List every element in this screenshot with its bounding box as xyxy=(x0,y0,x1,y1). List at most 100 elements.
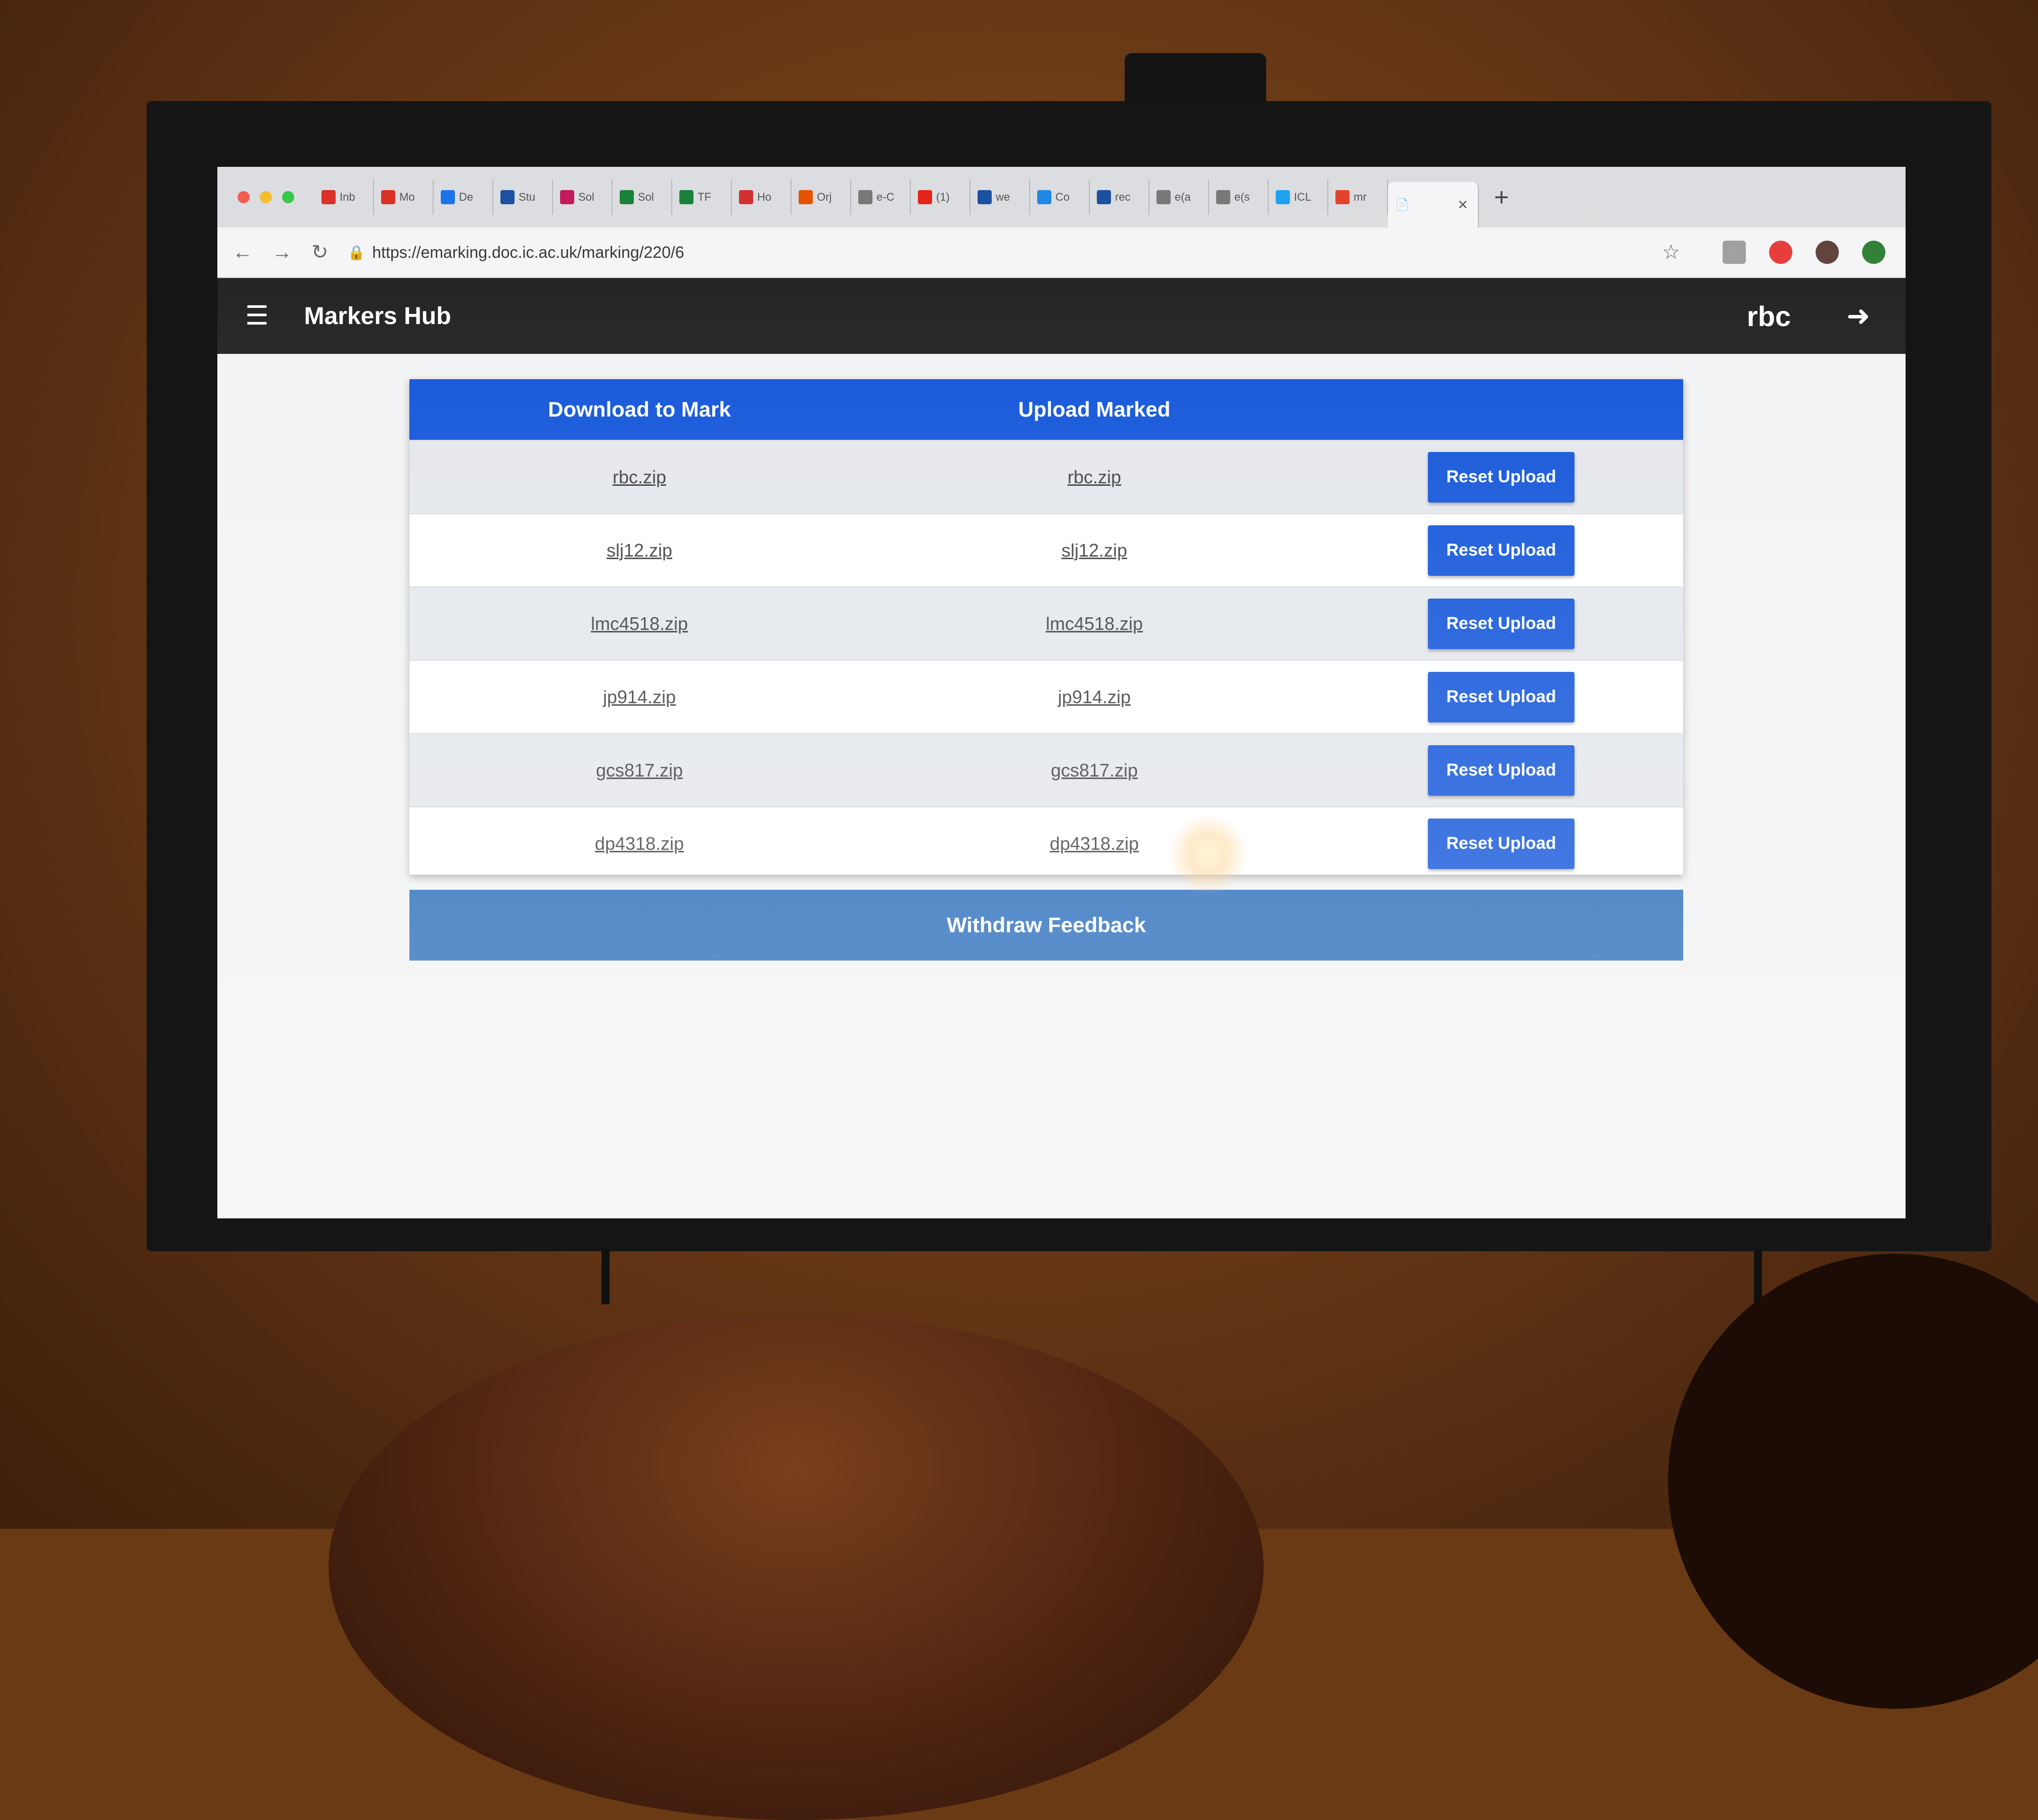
tv-mount-left xyxy=(601,1249,610,1304)
browser-tab[interactable]: Inb xyxy=(314,179,374,215)
reset-upload-button[interactable]: Reset Upload xyxy=(1428,598,1574,649)
sheet-icon xyxy=(620,190,634,204)
reset-upload-button[interactable]: Reset Upload xyxy=(1428,745,1574,796)
table-row: gcs817.zip gcs817.zip Reset Upload xyxy=(409,733,1683,806)
browser-tab[interactable]: we xyxy=(970,179,1030,215)
action-cell: Reset Upload xyxy=(1319,451,1683,503)
tab-label: (1) xyxy=(936,191,950,203)
active-tab[interactable]: 📄 × xyxy=(1388,182,1479,228)
app-title: Markers Hub xyxy=(304,302,451,330)
browser-tab[interactable]: Sol xyxy=(613,179,672,215)
browser-tab[interactable]: e-C xyxy=(851,179,911,215)
tab-label: mr xyxy=(1354,191,1367,203)
lock-icon: 🔒 xyxy=(347,244,365,260)
tab-label: TF xyxy=(698,191,711,203)
browser-tab[interactable]: Ho xyxy=(732,179,792,215)
download-link[interactable]: slj12.zip xyxy=(607,540,672,561)
upload-cell: slj12.zip xyxy=(869,540,1319,561)
browser-tab[interactable]: De xyxy=(434,179,493,215)
download-link[interactable]: rbc.zip xyxy=(613,467,666,487)
opera-icon[interactable] xyxy=(1769,241,1792,264)
calendar-icon xyxy=(441,190,455,204)
menu-icon[interactable]: ☰ xyxy=(245,301,269,331)
upload-link[interactable]: gcs817.zip xyxy=(1051,760,1138,781)
download-cell: lmc4518.zip xyxy=(409,613,869,634)
download-link[interactable]: dp4318.zip xyxy=(595,833,684,854)
marking-table-card: Download to Mark Upload Marked rbc.zip rb… xyxy=(409,379,1683,875)
maximize-window-button[interactable] xyxy=(282,191,294,203)
reset-upload-button[interactable]: Reset Upload xyxy=(1428,671,1574,722)
browser-tab[interactable]: mr xyxy=(1328,179,1388,215)
browser-tab[interactable]: e(s xyxy=(1209,179,1269,215)
gitlab-icon xyxy=(1335,190,1350,204)
new-tab-button[interactable]: + xyxy=(1494,183,1509,212)
reload-icon[interactable]: ↻ xyxy=(311,241,329,264)
action-cell: Reset Upload xyxy=(1319,818,1683,869)
tv-mount-right xyxy=(1754,1249,1762,1304)
back-icon[interactable]: ← xyxy=(233,241,253,264)
address-bar[interactable]: https://emarking.doc.ic.ac.uk/marking/22… xyxy=(372,243,1662,262)
tab-label: e(s xyxy=(1234,191,1250,203)
action-cell: Reset Upload xyxy=(1319,598,1683,649)
forward-icon[interactable]: → xyxy=(272,241,292,264)
download-link[interactable]: jp914.zip xyxy=(603,687,676,707)
shield-icon xyxy=(799,190,813,204)
table-body: rbc.zip rbc.zip Reset Upload slj12.zip slj12… xyxy=(409,440,1683,880)
browser-tab[interactable]: Co xyxy=(1030,179,1090,215)
profile-avatar[interactable] xyxy=(1816,241,1839,264)
tab-label: Inb xyxy=(340,191,355,203)
upload-link[interactable]: lmc4518.zip xyxy=(1046,613,1143,634)
upload-link[interactable]: jp914.zip xyxy=(1058,687,1131,707)
tab-label: e(a xyxy=(1175,191,1191,203)
audience-head xyxy=(329,1314,1264,1820)
tab-label: Sol xyxy=(638,191,654,203)
table-row: jp914.zip jp914.zip Reset Upload xyxy=(409,660,1683,733)
upload-link[interactable]: dp4318.zip xyxy=(1050,833,1139,854)
reset-upload-button[interactable]: Reset Upload xyxy=(1428,818,1574,869)
download-cell: slj12.zip xyxy=(409,540,869,561)
close-window-button[interactable] xyxy=(238,191,250,203)
circle-icon xyxy=(560,190,574,204)
update-icon[interactable] xyxy=(1862,241,1885,264)
browser-tab[interactable]: Stu xyxy=(493,179,553,215)
upload-cell: jp914.zip xyxy=(869,687,1319,708)
browser-tab[interactable]: TF xyxy=(672,179,732,215)
browser-tab[interactable]: ICL xyxy=(1269,179,1328,215)
download-link[interactable]: gcs817.zip xyxy=(596,760,683,781)
page-icon xyxy=(1216,190,1230,204)
action-cell: Reset Upload xyxy=(1319,745,1683,796)
browser-tab[interactable]: rec xyxy=(1090,179,1149,215)
bookmark-icon xyxy=(500,190,515,204)
sheet-icon xyxy=(679,190,693,204)
upload-cell: gcs817.zip xyxy=(869,760,1319,781)
tab-label: Sol xyxy=(578,191,594,203)
bookmark-star-icon[interactable]: ☆ xyxy=(1662,241,1680,264)
upload-link[interactable]: rbc.zip xyxy=(1068,467,1121,487)
upload-cell: dp4318.zip xyxy=(869,833,1319,854)
browser-tab[interactable]: Mo xyxy=(374,179,434,215)
square-icon xyxy=(739,190,753,204)
table-header: Download to Mark Upload Marked xyxy=(409,379,1683,440)
logout-icon[interactable]: ➜ xyxy=(1846,299,1870,333)
withdraw-feedback-button[interactable]: Withdraw Feedback xyxy=(409,890,1683,961)
globe-icon xyxy=(1037,190,1051,204)
reset-upload-button[interactable]: Reset Upload xyxy=(1428,525,1574,576)
upload-cell: lmc4518.zip xyxy=(869,613,1319,634)
minimize-window-button[interactable] xyxy=(260,191,272,203)
tab-label: Stu xyxy=(519,191,536,203)
drop-icon xyxy=(1097,190,1111,204)
browser-toolbar: ← → ↻ 🔒 https://emarking.doc.ic.ac.uk/ma… xyxy=(217,228,1906,278)
reset-upload-button[interactable]: Reset Upload xyxy=(1428,451,1574,503)
browser-tab[interactable]: Orj xyxy=(792,179,851,215)
download-link[interactable]: lmc4518.zip xyxy=(591,613,688,634)
close-tab-icon[interactable]: × xyxy=(1458,195,1468,215)
app-bar: ☰ Markers Hub rbc ➜ xyxy=(217,278,1906,354)
extension-icon[interactable] xyxy=(1723,241,1746,264)
browser-tab[interactable]: (1) xyxy=(911,179,970,215)
appbar-right: rbc ➜ xyxy=(1747,299,1870,333)
tab-label: Orj xyxy=(817,191,832,203)
browser-tab[interactable]: e(a xyxy=(1149,179,1209,215)
upload-link[interactable]: slj12.zip xyxy=(1061,540,1127,561)
browser-tab[interactable]: Sol xyxy=(553,179,613,215)
username: rbc xyxy=(1746,300,1791,332)
